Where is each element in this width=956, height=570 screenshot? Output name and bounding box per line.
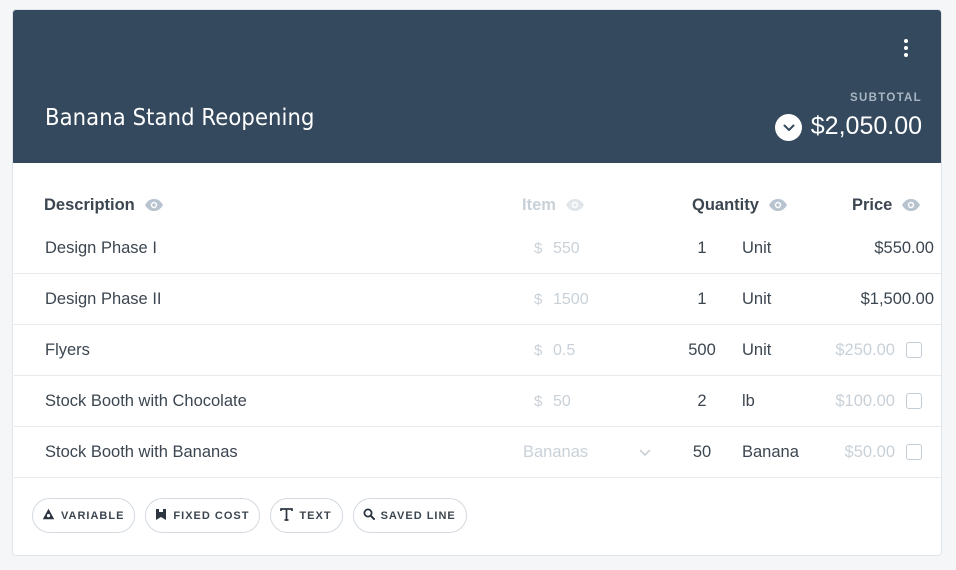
unit-input[interactable]: Unit — [742, 325, 771, 376]
quantity-input[interactable]: 500 — [672, 325, 732, 376]
more-vertical-icon[interactable] — [895, 37, 917, 59]
chevron-down-icon[interactable] — [775, 114, 802, 141]
include-price-checkbox[interactable] — [906, 342, 922, 358]
item-rate-input[interactable]: 550 — [553, 223, 580, 274]
table-row: Design Phase I $ 550 1 Unit $550.00 — [14, 223, 941, 274]
eye-icon[interactable] — [565, 198, 585, 212]
add-fixed-cost-button[interactable]: FIXED COST — [145, 498, 261, 533]
item-rate-input[interactable]: 50 — [553, 376, 571, 427]
text-icon — [280, 507, 294, 524]
column-header-quantity: Quantity — [692, 194, 788, 216]
include-price-checkbox[interactable] — [906, 393, 922, 409]
include-price-checkbox[interactable] — [906, 444, 922, 460]
row-price: $550.00 — [874, 239, 934, 257]
currency-symbol: $ — [534, 240, 543, 257]
unit-input[interactable]: lb — [742, 376, 755, 427]
column-header-item: Item — [522, 194, 585, 216]
add-line-toolbar: VARIABLE FIXED COST TEXT SAVED LINE — [32, 498, 467, 533]
quantity-input[interactable]: 1 — [672, 223, 732, 274]
button-label: FIXED COST — [173, 509, 250, 522]
row-price: $1,500.00 — [860, 290, 934, 308]
column-header-price: Price — [852, 194, 921, 216]
quantity-input[interactable]: 1 — [672, 274, 732, 325]
button-label: TEXT — [299, 509, 332, 522]
column-header-description: Description — [44, 194, 164, 216]
quantity-input[interactable]: 2 — [672, 376, 732, 427]
row-price: $50.00 — [844, 443, 895, 461]
chevron-down-icon — [639, 443, 651, 462]
row-description[interactable]: Design Phase I — [45, 223, 157, 274]
row-description[interactable]: Stock Booth with Chocolate — [45, 376, 247, 427]
subtotal-value: $2,050.00 — [810, 112, 922, 140]
page-title[interactable]: Banana Stand Reopening — [45, 105, 315, 131]
button-label: SAVED LINE — [380, 509, 456, 522]
item-select[interactable]: Bananas — [523, 427, 651, 478]
tag-icon — [155, 508, 167, 524]
table-row: Stock Booth with Chocolate $ 50 2 lb $10… — [14, 376, 941, 427]
search-icon — [363, 508, 375, 523]
line-items-card: Banana Stand Reopening SUBTOTAL $2,050.0… — [12, 9, 942, 556]
eye-icon[interactable] — [901, 198, 921, 212]
row-price: $250.00 — [835, 341, 895, 359]
add-variable-button[interactable]: VARIABLE — [32, 498, 136, 533]
currency-symbol: $ — [534, 393, 543, 410]
card-header: Banana Stand Reopening SUBTOTAL $2,050.0… — [13, 10, 941, 163]
currency-symbol: $ — [534, 291, 543, 308]
column-label: Item — [522, 195, 556, 214]
item-rate-input[interactable]: 0.5 — [553, 325, 575, 376]
table-row: Design Phase II $ 1500 1 Unit $1,500.00 — [14, 274, 941, 325]
row-description[interactable]: Stock Booth with Bananas — [45, 427, 238, 478]
row-description[interactable]: Design Phase II — [45, 274, 161, 325]
unit-input[interactable]: Banana — [742, 427, 799, 478]
triangle-variable-icon — [42, 508, 55, 523]
add-text-button[interactable]: TEXT — [270, 498, 343, 533]
eye-icon[interactable] — [144, 198, 164, 212]
currency-symbol: $ — [534, 342, 543, 359]
item-rate-input[interactable]: 1500 — [553, 274, 589, 325]
unit-input[interactable]: Unit — [742, 223, 771, 274]
table-row: Flyers $ 0.5 500 Unit $250.00 — [14, 325, 941, 376]
column-label: Description — [44, 195, 135, 214]
subtotal-label: SUBTOTAL — [850, 92, 922, 104]
row-description[interactable]: Flyers — [45, 325, 90, 376]
column-label: Price — [852, 195, 893, 214]
unit-input[interactable]: Unit — [742, 274, 771, 325]
item-select-value: Bananas — [523, 443, 589, 461]
table-row: Stock Booth with Bananas Bananas 50 Bana… — [14, 427, 941, 478]
quantity-input[interactable]: 50 — [672, 427, 732, 478]
eye-icon[interactable] — [768, 198, 788, 212]
row-price: $100.00 — [835, 392, 895, 410]
column-label: Quantity — [692, 195, 759, 214]
add-saved-line-button[interactable]: SAVED LINE — [352, 498, 467, 533]
button-label: VARIABLE — [61, 509, 125, 522]
